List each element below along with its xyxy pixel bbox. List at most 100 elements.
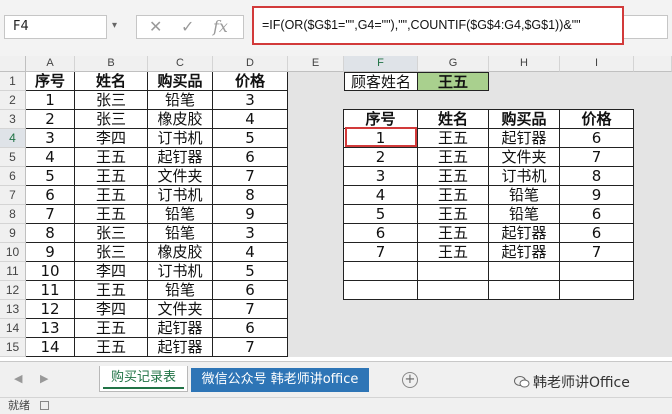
table-cell[interactable]: 11 — [26, 281, 75, 300]
table-cell[interactable]: 6 — [213, 281, 288, 300]
results-cell[interactable]: 起钉器 — [489, 129, 560, 148]
row-header-15[interactable]: 15 — [0, 338, 26, 357]
table-cell[interactable]: 6 — [213, 319, 288, 338]
row-header-8[interactable]: 8 — [0, 205, 26, 224]
table-cell[interactable]: 王五 — [75, 319, 148, 338]
column-header-h[interactable]: H — [489, 56, 560, 72]
row-header-12[interactable]: 12 — [0, 281, 26, 300]
table-cell[interactable]: 9 — [26, 243, 75, 262]
table-cell[interactable]: 订书机 — [148, 186, 213, 205]
table-cell[interactable]: 4 — [26, 148, 75, 167]
table-cell[interactable]: 5 — [213, 262, 288, 281]
table-header-cell[interactable]: 价格 — [213, 72, 288, 91]
results-cell[interactable] — [489, 281, 560, 300]
column-header-c[interactable]: C — [148, 56, 213, 72]
table-header-cell[interactable]: 序号 — [26, 72, 75, 91]
table-cell[interactable]: 李四 — [75, 300, 148, 319]
row-header-6[interactable]: 6 — [0, 167, 26, 186]
row-header-7[interactable]: 7 — [0, 186, 26, 205]
table-cell[interactable]: 3 — [213, 224, 288, 243]
table-cell[interactable]: 2 — [26, 110, 75, 129]
table-cell[interactable]: 5 — [213, 129, 288, 148]
results-cell[interactable]: 5 — [344, 205, 418, 224]
table-cell[interactable]: 铅笔 — [148, 205, 213, 224]
results-cell[interactable]: 王五 — [418, 224, 489, 243]
results-header-cell[interactable]: 姓名 — [418, 110, 489, 129]
table-cell[interactable]: 张三 — [75, 243, 148, 262]
results-cell[interactable]: 铅笔 — [489, 205, 560, 224]
table-cell[interactable]: 4 — [213, 243, 288, 262]
table-cell[interactable]: 4 — [213, 110, 288, 129]
results-cell[interactable]: 6 — [560, 224, 634, 243]
results-cell[interactable]: 6 — [560, 205, 634, 224]
column-header-e[interactable]: E — [288, 56, 344, 72]
table-header-cell[interactable]: 购买品 — [148, 72, 213, 91]
table-cell[interactable]: 7 — [213, 167, 288, 186]
enter-icon[interactable]: ✓ — [181, 17, 194, 37]
row-header-9[interactable]: 9 — [0, 224, 26, 243]
tab-wechat-account[interactable]: 微信公众号 韩老师讲office — [191, 368, 369, 392]
results-cell[interactable]: 8 — [560, 167, 634, 186]
select-all-corner[interactable] — [0, 56, 26, 72]
table-cell[interactable]: 8 — [213, 186, 288, 205]
sheet-nav-next-icon[interactable]: ▶ — [40, 372, 48, 385]
table-cell[interactable]: 订书机 — [148, 129, 213, 148]
table-cell[interactable]: 订书机 — [148, 262, 213, 281]
table-cell[interactable]: 6 — [213, 148, 288, 167]
results-header-cell[interactable]: 购买品 — [489, 110, 560, 129]
table-cell[interactable]: 铅笔 — [148, 281, 213, 300]
column-header-g[interactable]: G — [418, 56, 489, 72]
row-header-2[interactable]: 2 — [0, 91, 26, 110]
row-header-10[interactable]: 10 — [0, 243, 26, 262]
customer-name-input[interactable]: 王五 — [418, 72, 489, 91]
table-cell[interactable]: 李四 — [75, 129, 148, 148]
customer-name-label[interactable]: 顾客姓名 — [344, 72, 418, 91]
table-cell[interactable]: 起钉器 — [148, 319, 213, 338]
row-header-4[interactable]: 4 — [0, 129, 26, 148]
table-cell[interactable]: 3 — [213, 91, 288, 110]
formula-input[interactable]: =IF(OR($G$1="",G4=""),"",COUNTIF($G$4:G4… — [252, 6, 624, 45]
results-cell[interactable]: 6 — [560, 129, 634, 148]
table-cell[interactable]: 王五 — [75, 338, 148, 357]
row-header-13[interactable]: 13 — [0, 300, 26, 319]
table-cell[interactable]: 王五 — [75, 148, 148, 167]
results-cell[interactable]: 订书机 — [489, 167, 560, 186]
table-cell[interactable]: 起钉器 — [148, 338, 213, 357]
results-cell[interactable] — [344, 262, 418, 281]
results-cell[interactable]: 2 — [344, 148, 418, 167]
sheet-nav-prev-icon[interactable]: ◀ — [14, 372, 22, 385]
table-cell[interactable]: 橡皮胶 — [148, 110, 213, 129]
column-header-b[interactable]: B — [75, 56, 148, 72]
row-header-1[interactable]: 1 — [0, 72, 26, 91]
column-header-d[interactable]: D — [213, 56, 288, 72]
worksheet-grid[interactable]: 序号 姓名 购买品 价格 1 张三 铅笔 3 2 张三 橡皮胶 4 3 李四 订书机 5 4 王五 起钉器 6 5 王五文… — [26, 72, 672, 357]
insert-function-icon[interactable]: fx — [213, 17, 228, 37]
table-cell[interactable]: 7 — [213, 338, 288, 357]
table-cell[interactable]: 文件夹 — [148, 300, 213, 319]
results-cell[interactable]: 王五 — [418, 205, 489, 224]
results-cell[interactable]: 王五 — [418, 243, 489, 262]
row-header-11[interactable]: 11 — [0, 262, 26, 281]
results-cell[interactable] — [418, 281, 489, 300]
results-header-cell[interactable]: 价格 — [560, 110, 634, 129]
results-cell[interactable] — [344, 281, 418, 300]
results-cell[interactable]: 6 — [344, 224, 418, 243]
results-cell[interactable]: 7 — [560, 148, 634, 167]
add-sheet-button[interactable]: + — [402, 372, 418, 388]
cancel-icon[interactable]: ✕ — [149, 17, 162, 37]
table-header-cell[interactable]: 姓名 — [75, 72, 148, 91]
table-cell[interactable]: 王五 — [75, 186, 148, 205]
table-cell[interactable]: 6 — [26, 186, 75, 205]
results-cell[interactable]: 王五 — [418, 167, 489, 186]
table-cell[interactable]: 13 — [26, 319, 75, 338]
results-cell[interactable] — [418, 262, 489, 281]
table-cell[interactable]: 铅笔 — [148, 91, 213, 110]
results-cell[interactable] — [489, 262, 560, 281]
table-cell[interactable]: 7 — [213, 300, 288, 319]
results-cell[interactable]: 王五 — [418, 186, 489, 205]
results-cell[interactable]: 起钉器 — [489, 243, 560, 262]
results-cell[interactable]: 7 — [344, 243, 418, 262]
table-cell[interactable]: 12 — [26, 300, 75, 319]
results-cell[interactable]: 4 — [344, 186, 418, 205]
results-cell[interactable]: 文件夹 — [489, 148, 560, 167]
